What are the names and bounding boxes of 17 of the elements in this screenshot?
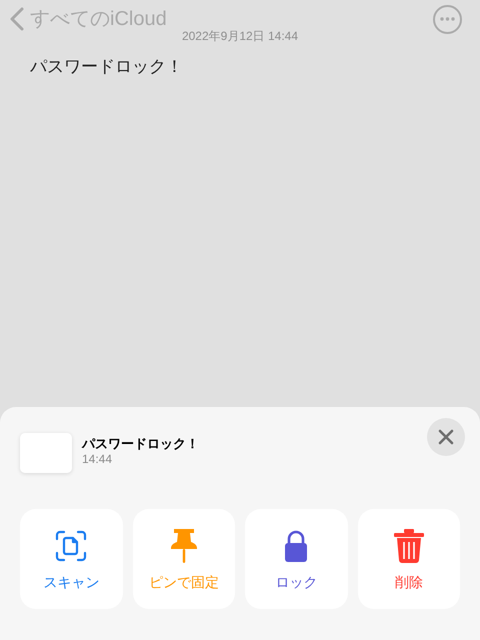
close-button[interactable]: [427, 418, 465, 456]
trash-icon: [394, 529, 424, 563]
note-thumbnail: [20, 433, 72, 473]
action-button[interactable]: ロック: [245, 509, 348, 609]
action-button[interactable]: ピンで固定: [132, 509, 235, 609]
sheet-title: パスワードロック！: [82, 436, 199, 452]
pushpin-icon: [168, 528, 199, 564]
padlock-icon: [285, 530, 308, 562]
action-button[interactable]: スキャン: [20, 509, 122, 609]
chevron-left-icon: [10, 7, 24, 31]
action-button[interactable]: 削除: [358, 509, 460, 609]
close-icon: [438, 429, 454, 445]
document-scan-icon: [55, 530, 88, 562]
ellipsis-icon: [440, 17, 455, 21]
sheet-time: 14:44: [82, 452, 114, 467]
note-body: パスワードロック！: [30, 57, 183, 76]
note-date: 2022年9月12日 14:44: [182, 28, 298, 45]
